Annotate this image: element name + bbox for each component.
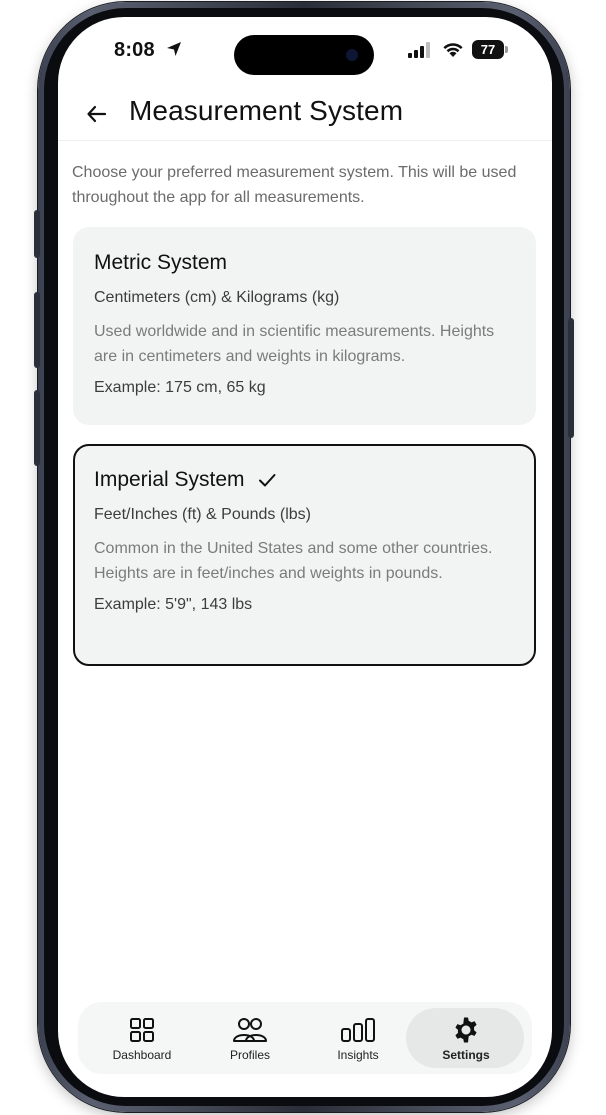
- phone-screen: 8:08 77 Measurement System Choose your p…: [58, 17, 552, 1097]
- nav-item-insights[interactable]: Insights: [304, 1002, 412, 1074]
- status-time: 8:08: [114, 39, 155, 61]
- nav-label: Settings: [442, 1048, 490, 1062]
- nav-label: Insights: [337, 1048, 379, 1062]
- option-example: Example: 175 cm, 65 kg: [94, 379, 266, 396]
- status-bar: 8:08 77: [58, 17, 552, 81]
- bottom-nav: Dashboard Profiles Insights Settings: [78, 1002, 532, 1074]
- nav-item-settings[interactable]: Settings: [412, 1002, 520, 1074]
- option-title-text: Metric System: [94, 251, 228, 274]
- battery-level: 77: [472, 40, 504, 59]
- gear-icon: [455, 1017, 477, 1043]
- header: Measurement System: [58, 89, 552, 141]
- option-title-text: Imperial System: [94, 468, 245, 491]
- location-arrow-icon: [167, 42, 181, 56]
- volume-down-button: [34, 390, 40, 466]
- wifi-icon: [443, 43, 463, 57]
- users-icon: [233, 1018, 267, 1042]
- nav-label: Dashboard: [112, 1048, 172, 1062]
- option-units: Feet/Inches (ft) & Pounds (lbs): [94, 506, 311, 523]
- power-button: [568, 318, 574, 438]
- option-description: Used worldwide and in scientific measure…: [94, 323, 495, 365]
- dynamic-island: [234, 35, 374, 75]
- nav-item-dashboard[interactable]: Dashboard: [88, 1002, 196, 1074]
- grid-icon: [130, 1018, 154, 1042]
- nav-item-profiles[interactable]: Profiles: [196, 1002, 304, 1074]
- battery-tip: [505, 46, 508, 53]
- check-icon: [258, 474, 276, 487]
- nav-label: Profiles: [229, 1048, 270, 1062]
- option-title: Imperial System: [94, 468, 515, 492]
- intro-text: Choose your preferred measurement system…: [72, 164, 517, 206]
- bar-chart-icon: [341, 1018, 375, 1042]
- signal-icon: [408, 42, 430, 58]
- action-button: [34, 210, 40, 258]
- option-description: Common in the United States and some oth…: [94, 540, 493, 582]
- option-card-imperial[interactable]: Imperial System Feet/Inches (ft) & Pound…: [73, 444, 536, 666]
- option-title: Metric System: [94, 251, 516, 275]
- camera-icon: [346, 49, 358, 61]
- page-title: Measurement System: [129, 95, 404, 126]
- back-button[interactable]: [82, 99, 112, 129]
- option-units: Centimeters (cm) & Kilograms (kg): [94, 289, 340, 306]
- option-example: Example: 5'9", 143 lbs: [94, 596, 253, 613]
- volume-up-button: [34, 292, 40, 368]
- option-card-metric[interactable]: Metric System Centimeters (cm) & Kilogra…: [73, 227, 536, 425]
- arrow-left-icon: [87, 105, 107, 123]
- battery-indicator: 77: [472, 40, 508, 59]
